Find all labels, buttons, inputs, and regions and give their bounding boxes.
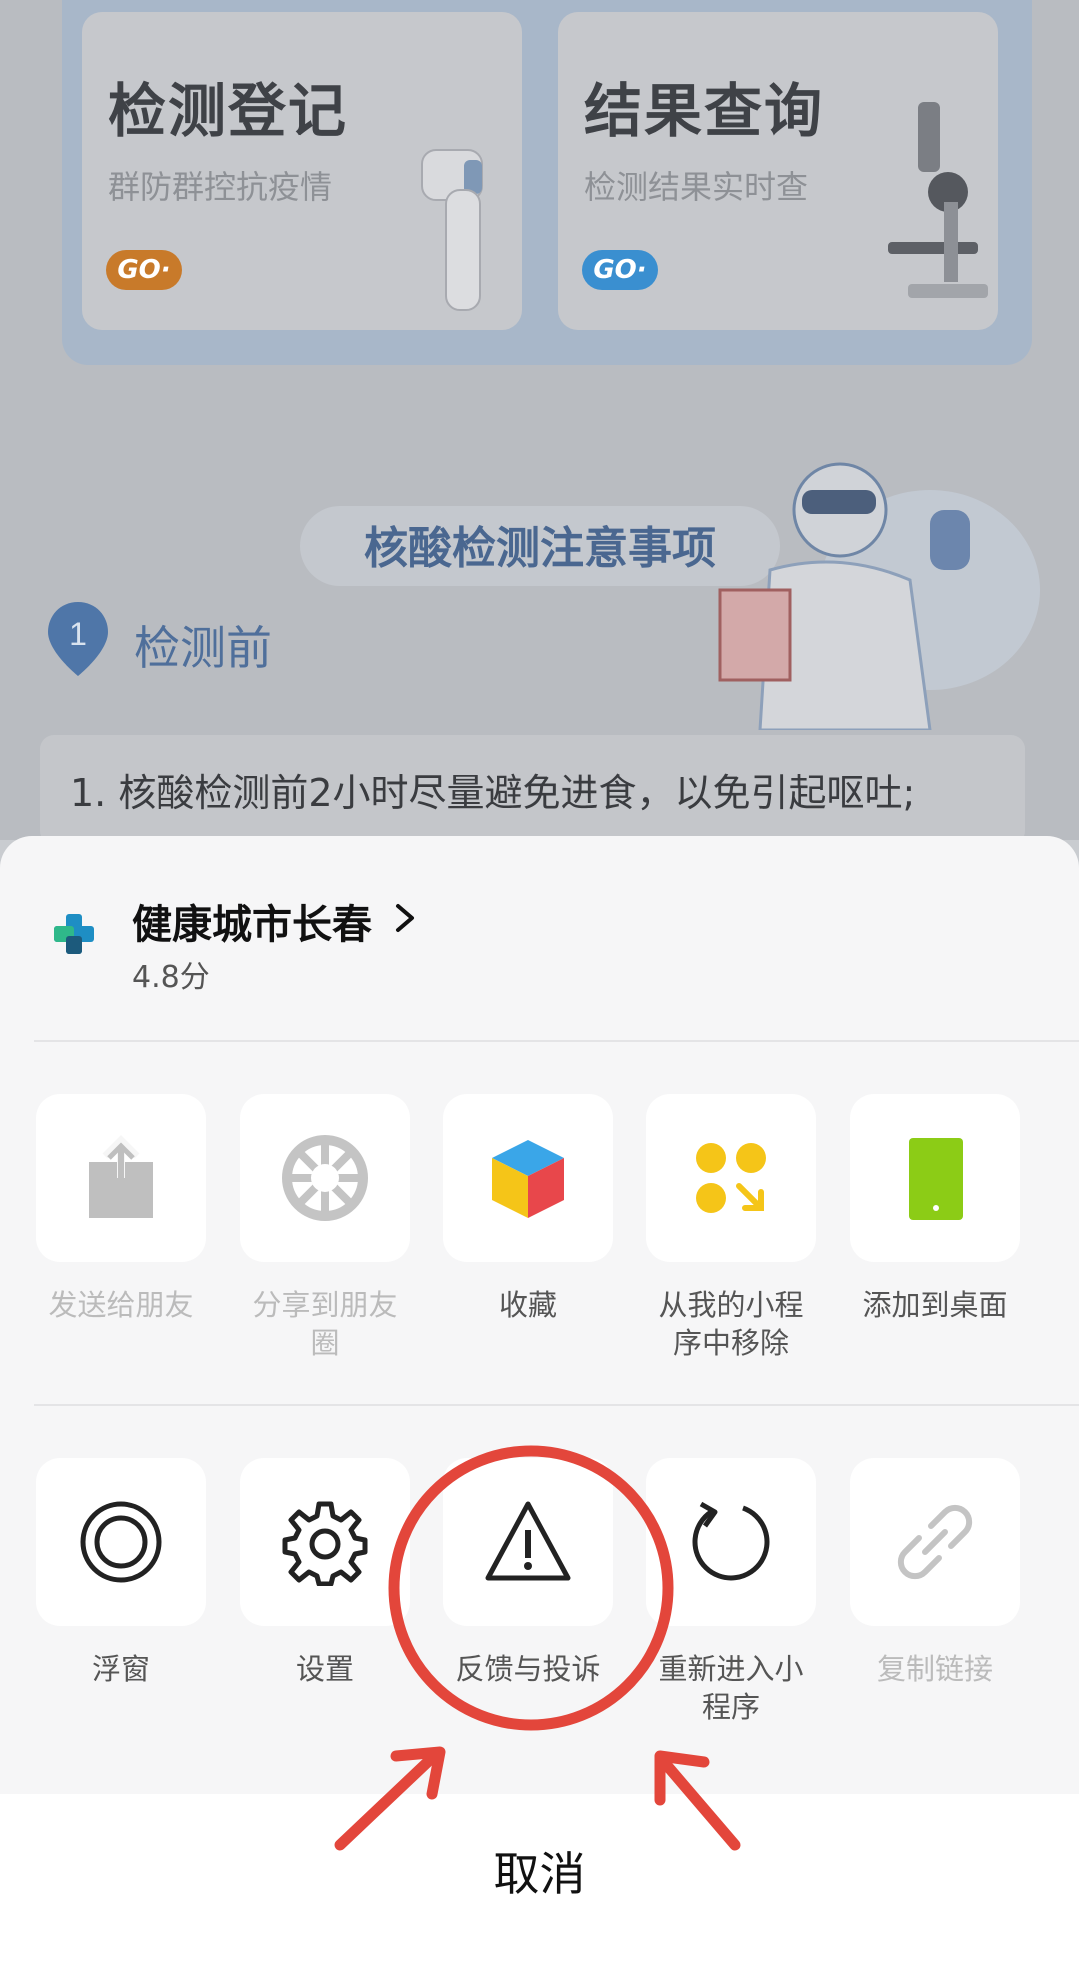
reload-miniprogram-button[interactable]: 重新进入小程序 — [646, 1458, 816, 1726]
thermometer-icon — [421, 149, 483, 311]
feedback-complaint-label: 反馈与投诉 — [455, 1652, 601, 1686]
add-to-desktop-label: 添加到桌面 — [862, 1288, 1008, 1322]
float-window-label: 浮窗 — [91, 1652, 150, 1686]
app-logo-icon — [54, 914, 94, 954]
send-to-friend-label: 发送给朋友 — [48, 1288, 194, 1322]
step-label: 检测前 — [134, 621, 272, 675]
remove-miniprogram-icon — [696, 1143, 766, 1213]
send-to-friend-button[interactable]: 发送给朋友 — [36, 1094, 206, 1324]
float-window-button[interactable]: 浮窗 — [36, 1458, 206, 1688]
background-page: 检测登记 群防群控抗疫情 GO· 结果查询 检测结果实时查 GO· 核酸检测注意… — [0, 0, 1079, 840]
result-go-badge: GO· — [582, 250, 658, 290]
link-icon — [897, 1504, 973, 1580]
divider — [34, 1404, 1079, 1406]
register-subtitle: 群防群控抗疫情 — [108, 168, 333, 206]
register-title: 检测登记 — [108, 77, 349, 145]
cancel-button[interactable]: 取消 — [0, 1838, 1079, 1904]
result-title: 结果查询 — [584, 77, 825, 145]
float-window-icon — [80, 1501, 162, 1583]
settings-icon — [282, 1501, 368, 1586]
result-subtitle: 检测结果实时查 — [584, 168, 809, 206]
favorite-label: 收藏 — [498, 1288, 557, 1322]
action-sheet: 健康城市长春 4.8分 发送给朋友 分享到朋友圈 收藏 从我的小程序中移除 添加… — [0, 836, 1079, 1962]
cancel-bar[interactable]: 取消 — [0, 1794, 1079, 1962]
favorite-cube-icon — [492, 1140, 564, 1218]
share-moments-button[interactable]: 分享到朋友圈 — [240, 1094, 410, 1362]
rule-text: 1. 核酸检测前2小时尽量避免进食，以免引起呕吐; — [70, 771, 916, 815]
copy-link-button[interactable]: 复制链接 — [850, 1458, 1020, 1688]
step-number: 1 — [69, 616, 87, 652]
app-rating: 4.8分 — [132, 960, 210, 995]
register-card: 检测登记 群防群控抗疫情 GO· — [82, 12, 522, 330]
settings-label: 设置 — [295, 1652, 354, 1686]
chevron-right-icon[interactable] — [390, 898, 422, 938]
remove-miniprogram-button[interactable]: 从我的小程序中移除 — [646, 1094, 816, 1362]
reload-miniprogram-label: 重新进入小程序 — [658, 1652, 804, 1724]
remove-miniprogram-label: 从我的小程序中移除 — [658, 1288, 804, 1360]
add-to-desktop-icon — [909, 1138, 963, 1220]
divider — [34, 1040, 1079, 1042]
reload-icon — [692, 1501, 770, 1581]
register-go-badge: GO· — [106, 250, 182, 290]
doctor-illustration — [718, 462, 1040, 730]
share-moments-label: 分享到朋友圈 — [252, 1288, 398, 1360]
result-card: 结果查询 检测结果实时查 GO· — [558, 12, 998, 330]
share-icon — [89, 1135, 153, 1218]
copy-link-label: 复制链接 — [876, 1652, 993, 1686]
moments-icon — [282, 1135, 368, 1221]
app-name[interactable]: 健康城市长春 — [132, 892, 372, 950]
warning-icon — [485, 1501, 571, 1581]
step-pin-icon: 1 — [48, 602, 108, 676]
add-to-desktop-button[interactable]: 添加到桌面 — [850, 1094, 1020, 1324]
feedback-complaint-button[interactable]: 反馈与投诉 — [443, 1458, 613, 1688]
settings-button[interactable]: 设置 — [240, 1458, 410, 1688]
favorite-button[interactable]: 收藏 — [443, 1094, 613, 1324]
microscope-icon — [888, 102, 988, 298]
